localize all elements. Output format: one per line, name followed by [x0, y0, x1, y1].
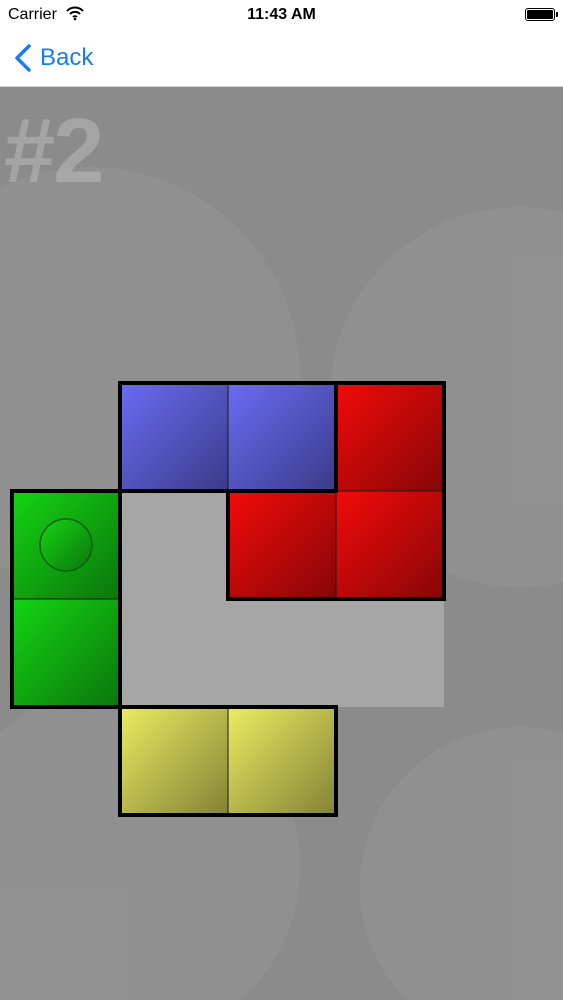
piece-cell [228, 491, 336, 599]
piece-cell [12, 599, 120, 707]
yellow-piece[interactable] [118, 705, 338, 817]
status-time: 11:43 AM [247, 6, 316, 23]
piece-cell [228, 707, 336, 815]
piece-cell [120, 707, 228, 815]
green-piece[interactable] [10, 489, 122, 709]
target-cell [120, 599, 228, 707]
status-bar: Carrier 11:43 AM [0, 0, 563, 30]
target-cell [336, 599, 444, 707]
back-button[interactable]: Back [14, 40, 93, 76]
piece-cell [120, 383, 228, 491]
chevron-left-icon [15, 44, 31, 72]
blue-piece[interactable] [118, 381, 338, 493]
piece-cell [336, 383, 444, 491]
target-cell [228, 599, 336, 707]
piece-cell [336, 491, 444, 599]
battery-icon [525, 8, 558, 21]
piece-cell [228, 383, 336, 491]
key-piece-marker [39, 518, 93, 572]
target-cell [120, 491, 228, 599]
back-button-label: Back [40, 44, 94, 71]
navigation-bar: Back [0, 30, 563, 87]
puzzle-board [10, 381, 446, 817]
game-area: #2 [0, 87, 563, 1000]
